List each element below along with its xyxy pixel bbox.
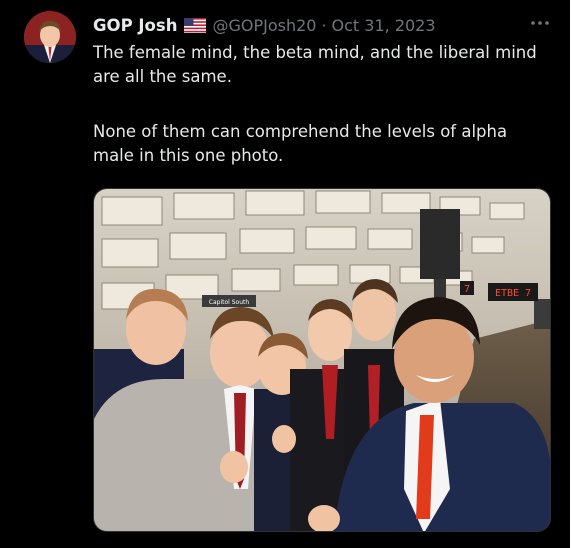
display-name[interactable]: GOP Josh <box>93 16 177 35</box>
user-handle[interactable]: @GOPJosh20 <box>212 16 316 35</box>
tweet-text-paragraph-1: The female mind, the beta mind, and the … <box>93 43 537 86</box>
tweet-header: GOP Josh @GOPJosh20 · Oct 31, 2023 <box>93 14 436 36</box>
avatar[interactable] <box>24 11 76 63</box>
tweet-card[interactable]: GOP Josh @GOPJosh20 · Oct 31, 2023 The f… <box>0 0 570 548</box>
separator-dot: · <box>321 15 327 35</box>
us-flag-icon <box>184 17 207 33</box>
photo-board-text: ETBE 7 <box>495 288 531 299</box>
tweet-text-paragraph-2: None of them can comprehend the levels o… <box>93 122 508 165</box>
photo-board-number: 7 <box>464 284 470 295</box>
photo-sign-left: Capitol South <box>209 299 250 306</box>
group-selfie-image: Capitol South 7 ETBE 7 <box>94 189 550 531</box>
tweet-date[interactable]: Oct 31, 2023 <box>332 16 436 35</box>
more-horizontal-icon[interactable] <box>529 13 551 33</box>
tweet-photo[interactable]: Capitol South 7 ETBE 7 <box>93 188 551 532</box>
avatar-image <box>24 11 76 63</box>
